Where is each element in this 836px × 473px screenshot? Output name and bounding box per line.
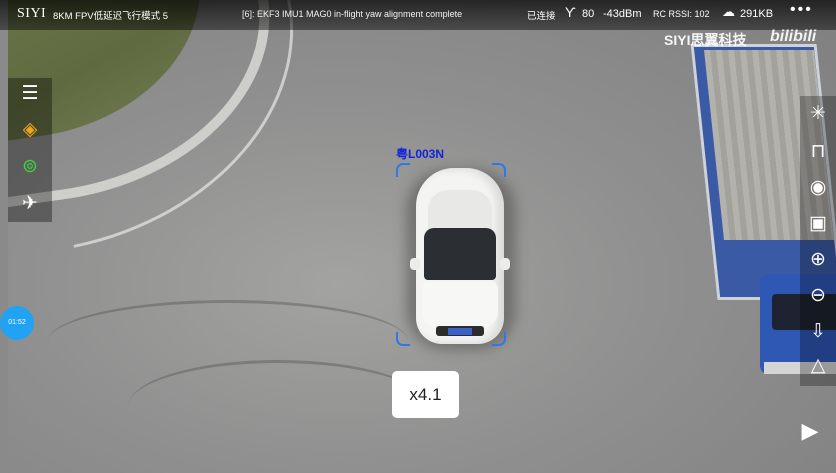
tracking-corner xyxy=(396,332,410,346)
unlock-icon[interactable]: ⊓ xyxy=(806,140,830,164)
watermark-brand: SIYI思翼科技 xyxy=(664,32,747,48)
watermark-bilibili: bilibili xyxy=(770,28,817,45)
tracking-corner xyxy=(492,163,506,177)
gimbal-diamond-icon[interactable]: ◈ xyxy=(18,118,42,142)
record-stop-icon[interactable]: ▣ xyxy=(806,212,830,236)
target-lock-icon[interactable]: ⊚ xyxy=(18,155,42,179)
capture-photo-icon[interactable]: ◉ xyxy=(806,176,830,200)
zoom-out-icon[interactable]: ⊖ xyxy=(806,284,830,308)
lane-marking xyxy=(27,0,332,248)
more-dots-icon[interactable]: ••• xyxy=(790,1,813,19)
signal-dbm: -43dBm xyxy=(603,8,642,20)
recording-timer[interactable]: 01:52 xyxy=(0,306,34,340)
aircraft-takeoff-icon[interactable]: ✈ xyxy=(18,192,42,216)
tv-playback-icon[interactable]: ▶ xyxy=(796,419,824,443)
menu-list-icon[interactable]: ☰ xyxy=(18,82,42,106)
system-message: [6]: EKF3 IMU1 MAG0 in-flight yaw alignm… xyxy=(242,9,463,19)
center-crosshair-icon[interactable]: ✳ xyxy=(806,102,830,126)
signal-value: 80 xyxy=(582,8,595,20)
status-bar: SIYI 8KM FPV低延迟飞行模式 5 [6]: EKF3 IMU1 MAG… xyxy=(0,0,836,30)
left-toolbar: ☰ ◈ ⊚ ✈ xyxy=(8,78,52,222)
flight-mode-label[interactable]: 8KM FPV低延迟飞行模式 5 xyxy=(53,8,168,22)
zoom-in-icon[interactable]: ⊕ xyxy=(806,248,830,272)
zoom-level-indicator: x4.1 xyxy=(392,371,459,418)
brand-logo: SIYI xyxy=(17,6,47,21)
rc-rssi: RC RSSI: 102 xyxy=(653,9,710,19)
tracking-corner xyxy=(396,163,410,177)
data-rate: 291KB xyxy=(740,8,774,20)
down-arrow-icon[interactable]: ⇩ xyxy=(806,320,830,344)
tracking-corner xyxy=(492,332,506,346)
right-toolbar: ✳ ⊓ ◉ ▣ ⊕ ⊖ ⇩ △ xyxy=(800,96,836,386)
tracked-plate-label: 粤L003N xyxy=(396,147,445,161)
connection-status: 已连接 xyxy=(527,11,556,22)
upload-cloud-icon: ☁ xyxy=(722,4,735,19)
tire-mark xyxy=(128,360,428,453)
tracking-box[interactable] xyxy=(396,163,506,346)
signal-antenna-icon: Ƴ xyxy=(565,4,576,20)
mountain-terrain-icon[interactable]: △ xyxy=(806,354,830,378)
